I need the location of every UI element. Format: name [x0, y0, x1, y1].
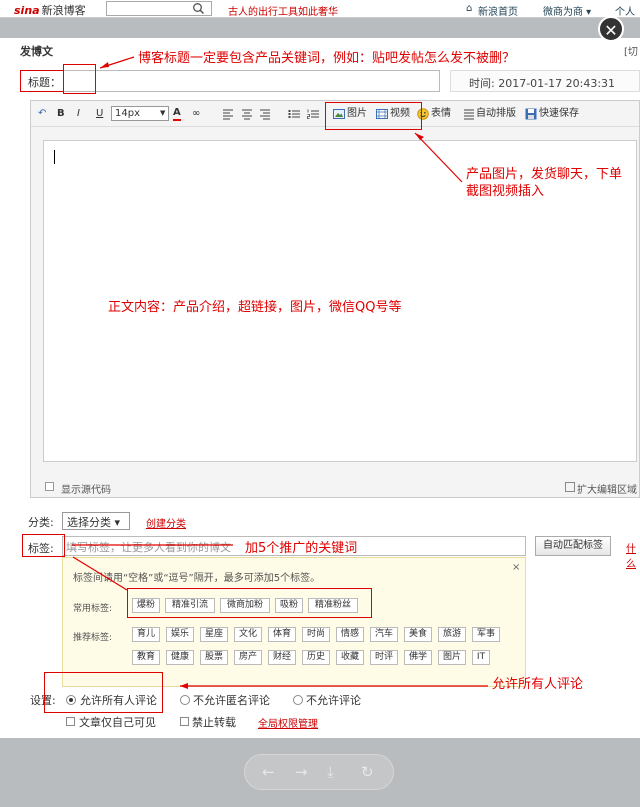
tags-link-arrow [72, 556, 128, 591]
media-arrow-head [415, 133, 424, 140]
media-annotation-line-2: 截图视频插入 [466, 184, 545, 199]
comment-annotation: 允许所有人评论 [492, 677, 584, 692]
body-annotation: 正文内容：产品介绍，超链接，图片，微信QQ号等 [108, 300, 402, 315]
title-annotation: 博客标题一定要包含产品关键词，例如：贴吧发帖怎么发不被删？ [138, 51, 516, 66]
media-arrow [414, 132, 463, 183]
title-arrow-head [100, 62, 109, 68]
tags-annotation: 加5个推广的关键词 [245, 541, 358, 556]
comment-arrow-head [180, 683, 188, 689]
